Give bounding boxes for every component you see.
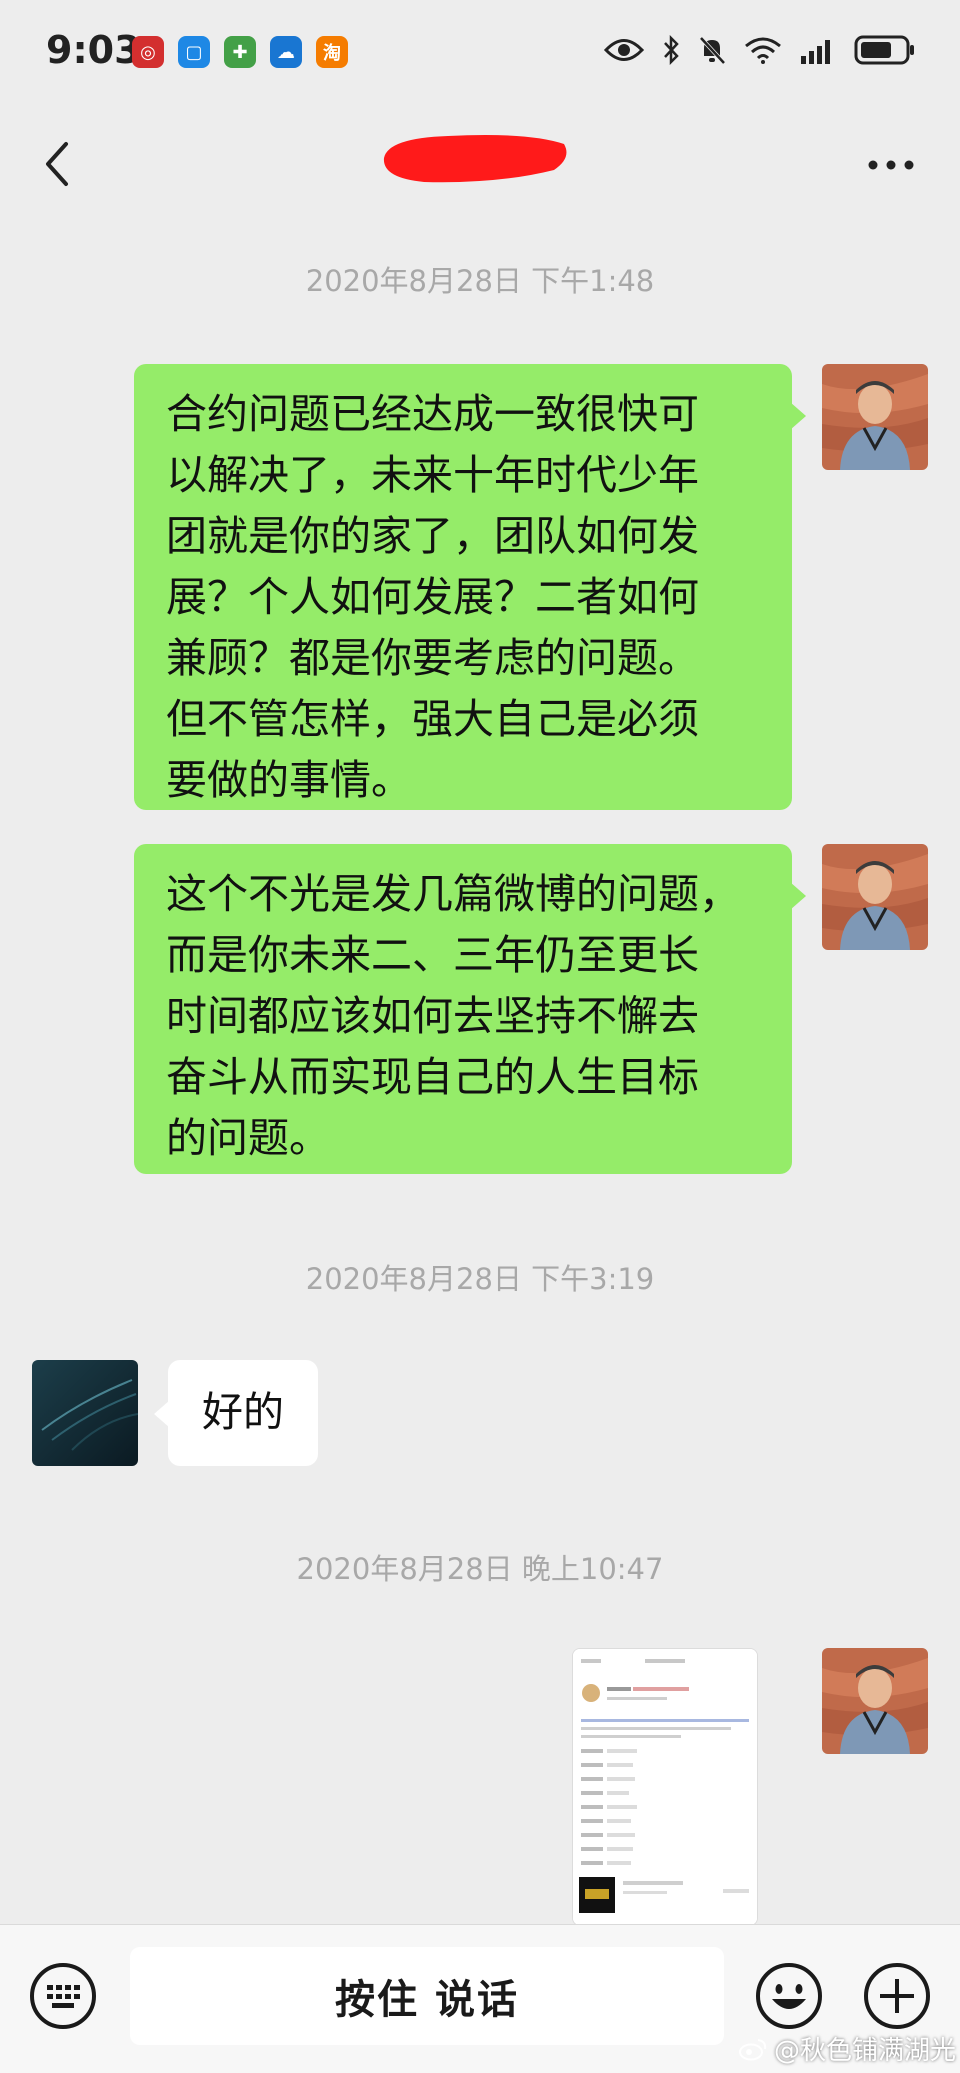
message-line: 的问题。 bbox=[166, 1114, 330, 1162]
more-dots-icon bbox=[868, 160, 914, 170]
message-text: 好的 bbox=[202, 1388, 284, 1436]
message-timestamp: 2020年8月28日 下午3:19 bbox=[305, 1262, 655, 1296]
message-line: 展？个人如何发展？二者如何 bbox=[166, 573, 699, 621]
taobao-app-icon: 淘 bbox=[316, 36, 348, 68]
person-avatar-icon bbox=[822, 364, 928, 470]
status-time: 9:03 bbox=[46, 28, 141, 72]
outgoing-message-bubble[interactable]: 合约问题已经达成一致很快可 以解决了，未来十年时代少年 团就是你的家了，团队如何… bbox=[134, 364, 806, 810]
message-line: 时间都应该如何去坚持不懈去 bbox=[166, 992, 699, 1040]
watermark-text: @秋色铺满湖光 bbox=[773, 2036, 956, 2066]
status-bar: 9:03 ◎ ▢ ✚ ☁ 淘 bbox=[0, 0, 960, 110]
message-line: 团就是你的家了，团队如何发 bbox=[166, 512, 699, 560]
emoji-icon bbox=[756, 1963, 822, 2029]
battery-icon bbox=[854, 35, 914, 65]
message-line: 但不管怎样，强大自己是必须 bbox=[166, 695, 699, 743]
chat-header bbox=[0, 110, 960, 220]
message-line: 要做的事情。 bbox=[166, 756, 412, 804]
screenshot-thumbnail-icon bbox=[573, 1649, 757, 1925]
weibo-watermark: @秋色铺满湖光 bbox=[738, 2030, 956, 2067]
chevron-left-icon bbox=[46, 142, 68, 186]
message-line: 兼顾？都是你要考虑的问题。 bbox=[166, 634, 699, 682]
self-avatar[interactable] bbox=[822, 364, 928, 470]
abstract-avatar-icon bbox=[32, 1360, 138, 1466]
message-line: 奋斗从而实现自己的人生目标 bbox=[166, 1053, 699, 1101]
bluetooth-icon bbox=[664, 35, 679, 65]
signal-icon bbox=[801, 40, 830, 64]
input-bar: 按住 说话 @秋色铺满湖光 bbox=[0, 1924, 960, 2073]
bank-app-icon: ◎ bbox=[132, 36, 164, 68]
emoji-button[interactable] bbox=[754, 1961, 824, 2031]
wifi-icon bbox=[745, 37, 781, 64]
message-app-icon: ▢ bbox=[178, 36, 210, 68]
image-message[interactable] bbox=[572, 1648, 758, 1926]
message-timestamp: 2020年8月28日 晚上10:47 bbox=[296, 1552, 664, 1586]
outgoing-message-bubble[interactable]: 这个不光是发几篇微博的问题， 而是你未来二、三年仍至更长 时间都应该如何去坚持不… bbox=[134, 844, 806, 1174]
system-icons bbox=[604, 34, 916, 66]
contact-name-redacted bbox=[383, 135, 567, 183]
contact-avatar[interactable] bbox=[32, 1360, 138, 1466]
plus-icon bbox=[864, 1963, 930, 2029]
self-avatar[interactable] bbox=[822, 1648, 928, 1754]
message-line: 合约问题已经达成一致很快可 bbox=[166, 390, 699, 438]
person-avatar-icon bbox=[822, 1648, 928, 1754]
back-button[interactable] bbox=[36, 136, 80, 192]
message-timestamp: 2020年8月28日 下午1:48 bbox=[305, 264, 655, 298]
keyboard-icon bbox=[30, 1963, 96, 2029]
incoming-message-bubble[interactable]: 好的 bbox=[154, 1360, 318, 1466]
more-button[interactable] bbox=[866, 150, 916, 180]
message-line: 而是你未来二、三年仍至更长 bbox=[166, 931, 699, 979]
message-line: 这个不光是发几篇微博的问题， bbox=[166, 870, 740, 918]
more-functions-button[interactable] bbox=[862, 1961, 932, 2031]
hold-to-talk-button[interactable]: 按住 说话 bbox=[130, 1947, 724, 2045]
notification-icons: ◎ ▢ ✚ ☁ 淘 bbox=[132, 36, 348, 68]
message-line: 以解决了，未来十年时代少年 bbox=[166, 451, 699, 499]
person-avatar-icon bbox=[822, 844, 928, 950]
mute-icon bbox=[699, 36, 726, 65]
eye-icon bbox=[604, 39, 644, 61]
self-avatar[interactable] bbox=[822, 844, 928, 950]
keyboard-toggle-button[interactable] bbox=[28, 1961, 98, 2031]
health-app-icon: ✚ bbox=[224, 36, 256, 68]
weibo-icon bbox=[738, 2038, 767, 2060]
cloud-app-icon: ☁ bbox=[270, 36, 302, 68]
